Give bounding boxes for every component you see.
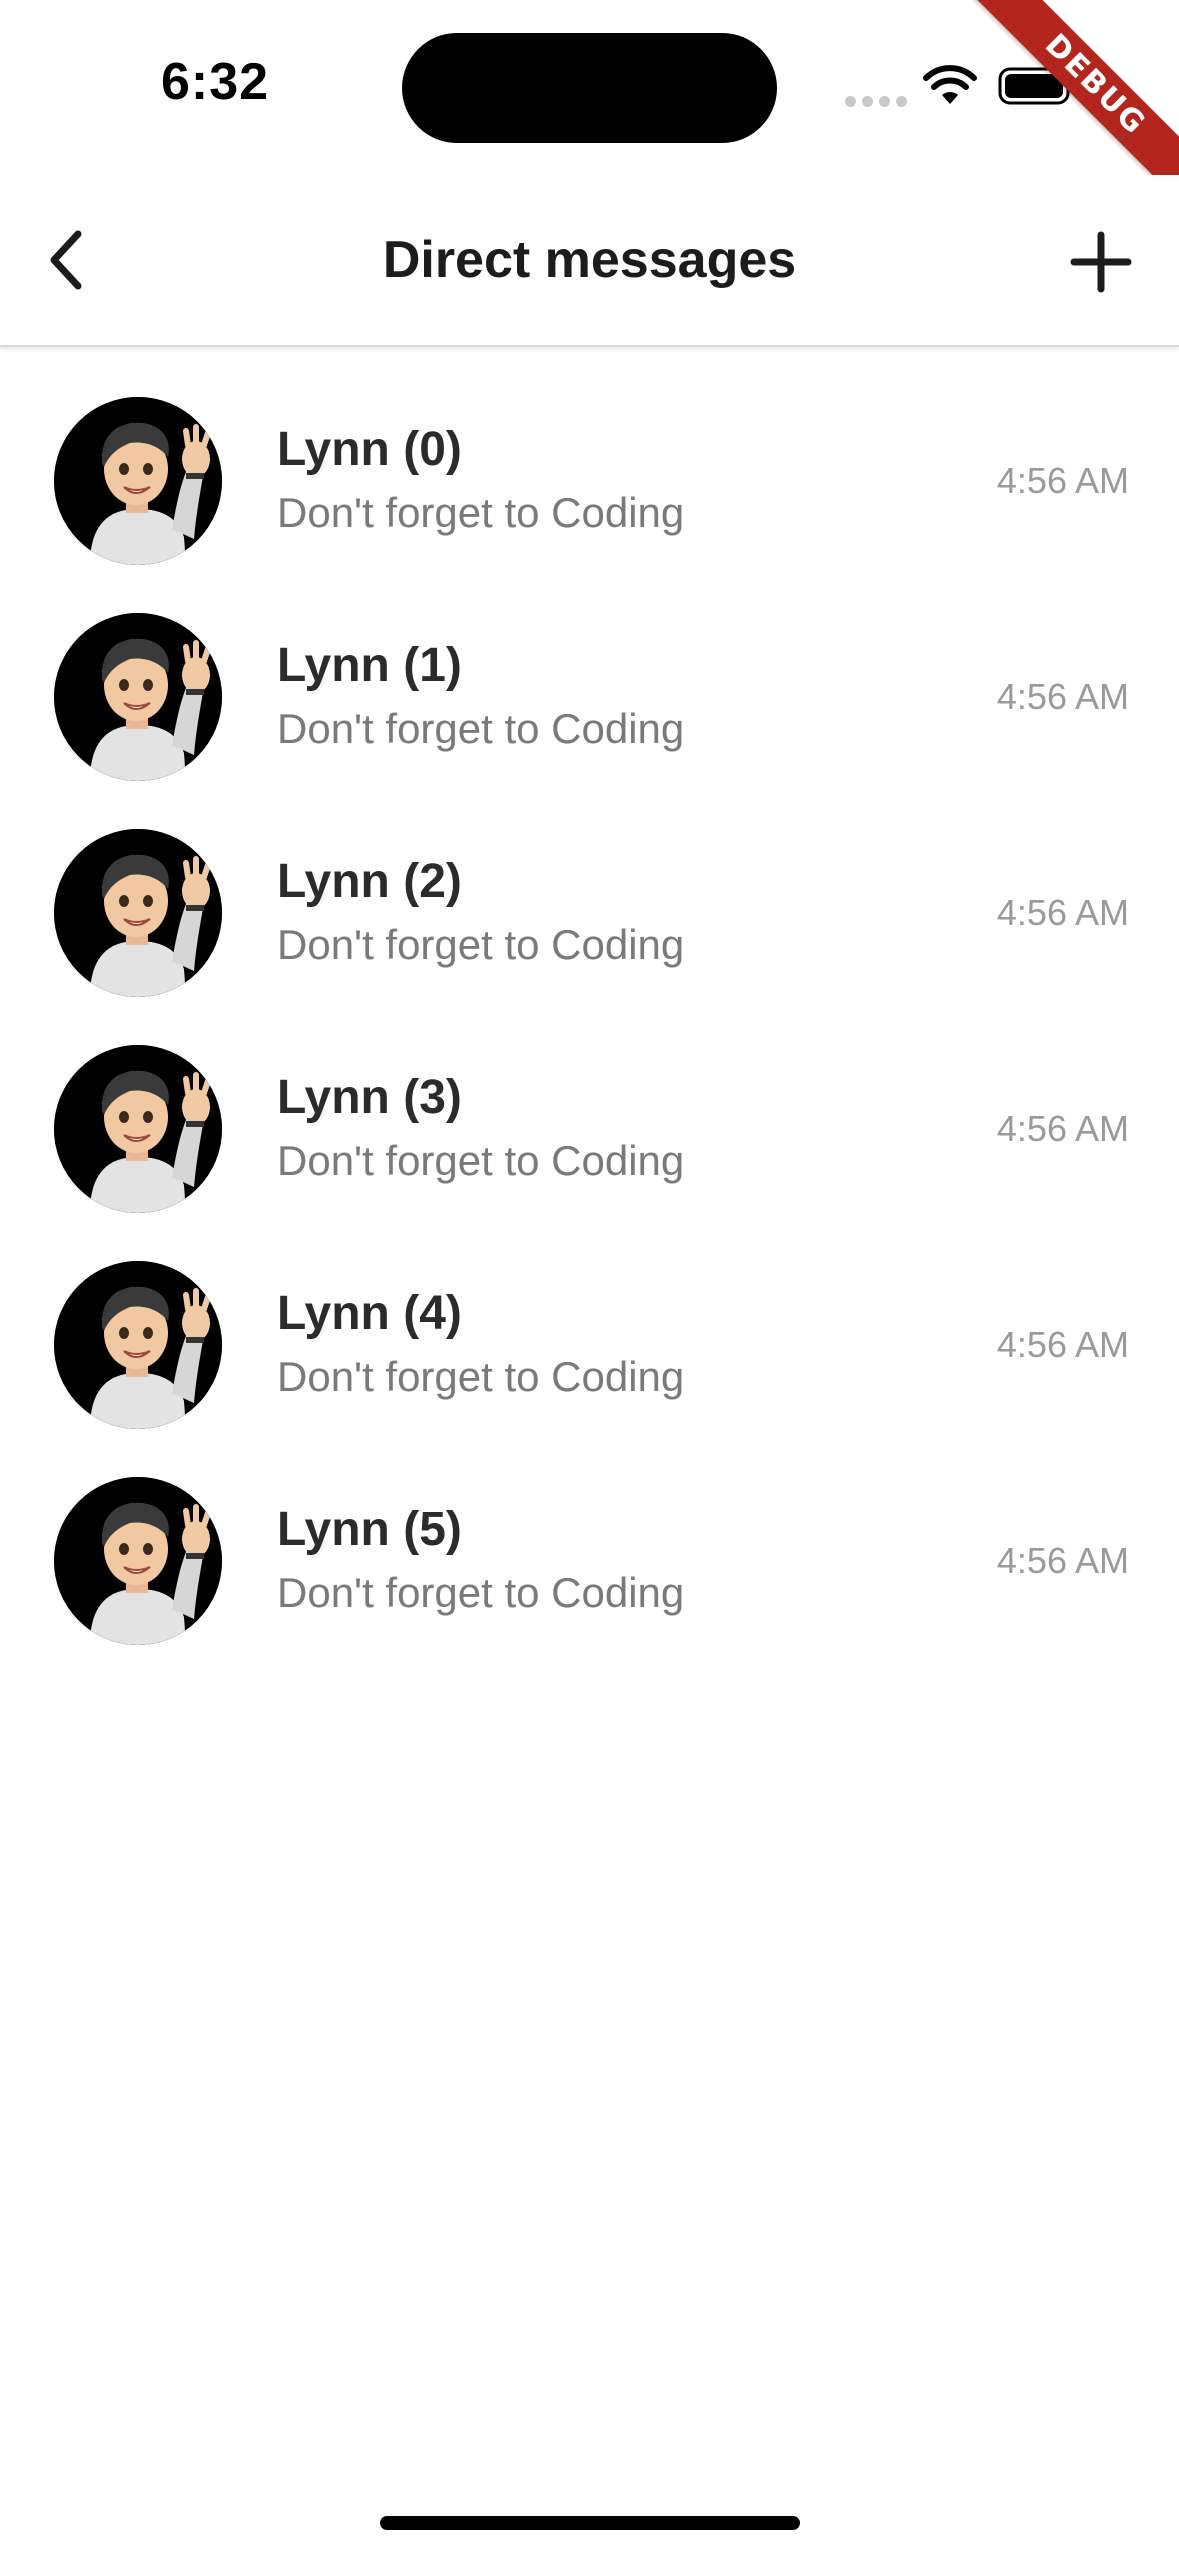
back-button[interactable] — [36, 225, 96, 295]
avatar — [54, 1477, 222, 1645]
avatar — [54, 829, 222, 997]
message-time: 4:56 AM — [996, 1324, 1129, 1365]
wifi-icon — [923, 65, 977, 104]
message-time: 4:56 AM — [996, 1540, 1129, 1581]
message-row[interactable]: Lynn (0) Don't forget to Coding 4:56 AM — [0, 397, 1179, 613]
message-time: 4:56 AM — [996, 1108, 1129, 1149]
contact-name: Lynn (1) — [277, 639, 462, 692]
message-row[interactable]: Lynn (2) Don't forget to Coding 4:56 AM — [0, 829, 1179, 1045]
contact-name: Lynn (4) — [277, 1287, 462, 1340]
message-row[interactable]: Lynn (5) Don't forget to Coding 4:56 AM — [0, 1477, 1179, 1693]
message-row[interactable]: Lynn (1) Don't forget to Coding 4:56 AM — [0, 613, 1179, 829]
message-row[interactable]: Lynn (3) Don't forget to Coding 4:56 AM — [0, 1045, 1179, 1261]
message-time: 4:56 AM — [996, 892, 1129, 933]
nav-bar: Direct messages — [0, 175, 1179, 347]
cellular-signal-icon — [845, 96, 907, 107]
avatar — [54, 1261, 222, 1429]
message-preview: Don't forget to Coding — [277, 1353, 685, 1400]
home-indicator — [380, 2516, 800, 2530]
avatar — [54, 397, 222, 565]
plus-icon — [1070, 231, 1132, 293]
message-preview: Don't forget to Coding — [277, 1569, 685, 1616]
message-list: Lynn (0) Don't forget to Coding 4:56 AM — [0, 347, 1179, 1693]
message-row[interactable]: Lynn (4) Don't forget to Coding 4:56 AM — [0, 1261, 1179, 1477]
contact-name: Lynn (2) — [277, 855, 462, 908]
status-bar: 6:32 — [0, 0, 1179, 175]
battery-icon — [998, 67, 1076, 105]
message-time: 4:56 AM — [996, 676, 1129, 717]
contact-name: Lynn (3) — [277, 1071, 462, 1124]
contact-name: Lynn (5) — [277, 1503, 462, 1556]
message-preview: Don't forget to Coding — [277, 921, 685, 968]
message-preview: Don't forget to Coding — [277, 1137, 685, 1184]
page-title: Direct messages — [382, 231, 797, 289]
status-time: 6:32 — [160, 53, 270, 111]
avatar — [54, 613, 222, 781]
message-time: 4:56 AM — [996, 460, 1129, 501]
chevron-left-icon — [50, 230, 82, 290]
avatar — [54, 1045, 222, 1213]
message-preview: Don't forget to Coding — [277, 705, 685, 752]
dynamic-island — [402, 33, 777, 143]
message-preview: Don't forget to Coding — [277, 489, 685, 536]
contact-name: Lynn (0) — [277, 423, 462, 476]
new-message-button[interactable] — [1066, 227, 1136, 297]
